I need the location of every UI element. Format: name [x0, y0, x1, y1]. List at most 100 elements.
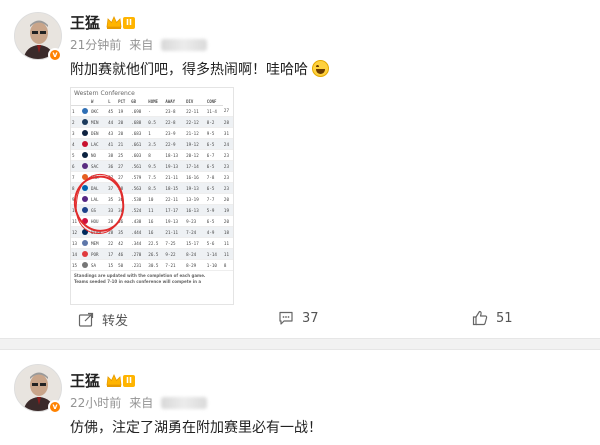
repost-button[interactable]: 转发 — [78, 310, 128, 329]
cell-gb: 0.5 — [147, 116, 165, 128]
cell-rank: 13 — [71, 237, 81, 249]
cell-conf: 8 — [222, 259, 233, 271]
cell-team: POR — [89, 248, 108, 260]
cell-l: 36 — [117, 215, 131, 227]
cell-home: 18-13 — [164, 149, 186, 161]
team-logo-icon — [81, 130, 88, 136]
standings-row: 9 LAL 35 30.538 10 22-11 13-19 7-7 20 — [71, 193, 233, 205]
cell-conf: 18 — [222, 226, 233, 238]
cell-w: 36 — [107, 160, 118, 172]
cell-pct: .231 — [130, 259, 148, 271]
team-logo-icon — [81, 119, 88, 125]
cell-home: 21-11 — [164, 226, 186, 238]
team-logo-icon — [80, 149, 90, 161]
team-logo-icon — [81, 196, 88, 202]
standings-note-2: Teams seeded 7-10 in each conference wil… — [74, 279, 202, 284]
cell-pct: .524 — [130, 204, 148, 216]
cell-rank: 15 — [71, 259, 81, 271]
cell-away: 16-16 — [185, 171, 206, 183]
thumbs-up-icon — [472, 310, 488, 326]
cell-pct: .683 — [130, 127, 148, 139]
team-logo-icon — [81, 240, 88, 246]
cell-rank: 14 — [71, 248, 81, 260]
cell-l: 25 — [117, 149, 131, 161]
cell-pct: .579 — [130, 171, 148, 183]
cell-l: 30 — [117, 204, 131, 216]
cell-away: 22-11 — [185, 105, 206, 117]
standings-row: 2 MIN 44 20.688 0.5 22-8 22-12 8-2 28 — [71, 116, 233, 128]
cell-div: 7-7 — [205, 193, 223, 205]
vip-level: II — [123, 374, 135, 387]
team-logo-icon — [80, 215, 90, 227]
cell-rank: 9 — [71, 193, 81, 205]
post-meta: 22小时前 来自 — [70, 394, 208, 411]
cell-rank: 11 — [71, 215, 81, 227]
team-logo-icon — [81, 207, 88, 213]
cell-l: 30 — [117, 193, 131, 205]
cell-div: 7-8 — [205, 171, 223, 183]
cell-rank: 7 — [71, 171, 81, 183]
standings-row: 11 HOU 28 36.438 16 19-13 9-23 6-5 20 — [71, 215, 233, 227]
cell-l: 50 — [117, 259, 131, 271]
team-logo-icon — [81, 262, 88, 268]
col-conf: CONF — [205, 98, 223, 106]
vip-badge[interactable]: II — [106, 373, 135, 388]
team-logo-icon — [80, 259, 90, 271]
cell-w: 15 — [107, 259, 118, 271]
team-logo-icon — [80, 248, 90, 260]
cell-gb: 9.5 — [147, 160, 165, 172]
vip-badge[interactable]: II — [106, 15, 135, 30]
cell-rank: 6 — [71, 160, 81, 172]
post-source-prefix: 来自 — [129, 396, 154, 410]
cell-team: DAL — [89, 182, 108, 194]
author-name[interactable]: 王猛 — [70, 370, 100, 391]
post-image-standings[interactable]: Western Conference W L PCT GB HOME AWAY … — [70, 87, 234, 305]
team-logo-icon — [80, 171, 90, 183]
cell-home: 19-13 — [164, 160, 186, 172]
team-logo-icon — [80, 237, 90, 249]
cell-div: 6-5 — [205, 215, 223, 227]
cell-gb: 10 — [147, 193, 165, 205]
cell-home: 18-15 — [164, 182, 186, 194]
cell-rank: 5 — [71, 149, 81, 161]
author-row: 王猛 II — [70, 12, 135, 33]
post-source-blurred — [161, 38, 208, 51]
team-logo-icon — [80, 182, 90, 194]
cell-pct: .603 — [130, 149, 148, 161]
col-pct: PCT — [117, 98, 131, 106]
cell-w: 41 — [107, 138, 118, 150]
standings-row: 7 PHX 37 27.579 7.5 21-11 16-16 7-8 23 — [71, 171, 233, 183]
author-name[interactable]: 王猛 — [70, 12, 100, 33]
standings-row: 5 NO 38 25.603 8 18-13 20-12 6-7 23 — [71, 149, 233, 161]
cell-conf: 28 — [222, 116, 233, 128]
standings-notes: Standings are updated with the completio… — [71, 271, 233, 287]
verified-badge-icon: v — [48, 400, 62, 414]
cell-home: 9-22 — [164, 248, 186, 260]
cell-div: 11-4 — [205, 105, 223, 117]
cell-home: 22-8 — [164, 116, 186, 128]
post-text-body: 仿佛，注定了湖勇在附加赛里必有一战！ — [70, 420, 322, 436]
cell-div: 6-5 — [205, 160, 223, 172]
like-button[interactable]: 51 — [472, 310, 513, 326]
team-logo-icon — [81, 218, 88, 224]
cell-w: 33 — [107, 204, 118, 216]
team-logo-icon — [81, 174, 88, 180]
post-divider — [0, 338, 600, 350]
cell-div: 1-10 — [205, 259, 223, 271]
post-source-blurred — [161, 396, 208, 409]
post-time[interactable]: 22小时前 — [70, 394, 121, 411]
cell-rank: 8 — [71, 182, 81, 194]
cell-home: 19-13 — [164, 215, 186, 227]
col-home: HOME — [147, 98, 165, 106]
cell-gb: 11 — [147, 204, 165, 216]
team-logo-icon — [80, 160, 90, 172]
cell-team: SAC — [89, 160, 108, 172]
cell-conf: 20 — [222, 215, 233, 227]
cell-pct: .538 — [130, 193, 148, 205]
cell-div: 1-14 — [205, 248, 223, 260]
comment-button[interactable]: 37 — [278, 310, 319, 326]
post-time[interactable]: 21分钟前 — [70, 36, 121, 53]
cell-home: 23-8 — [164, 105, 186, 117]
cell-away: 9-23 — [185, 215, 206, 227]
cell-home: 22-11 — [164, 193, 186, 205]
